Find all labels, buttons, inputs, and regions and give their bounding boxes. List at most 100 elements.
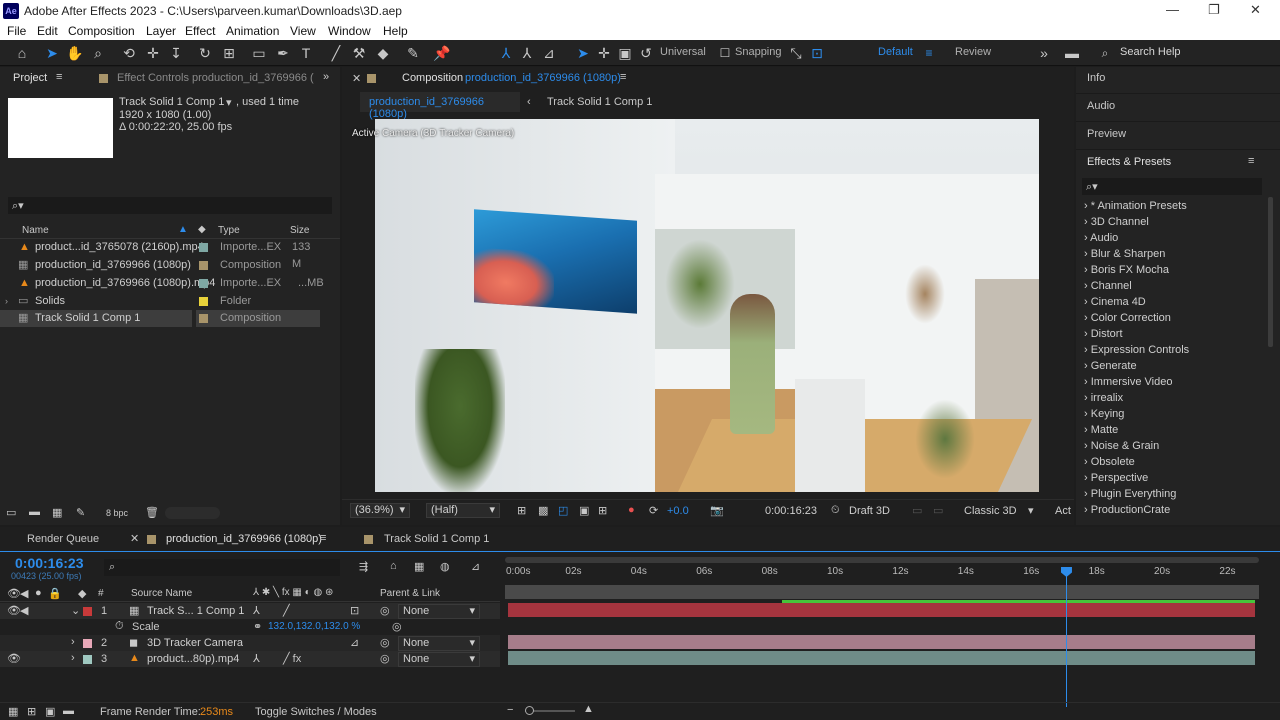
tab-project[interactable]: Project [13,72,47,84]
workspace-review[interactable]: Review [955,46,991,58]
layer-2-bar[interactable] [508,635,1255,649]
view-axis-icon[interactable]: ⊿ [540,44,558,62]
region-interest-icon[interactable]: ▣ [579,504,589,517]
solo-icon[interactable]: ● [35,587,42,599]
effects-category-item[interactable]: › Matte [1084,424,1118,436]
menu-effect[interactable]: Effect [185,24,215,38]
chevron-down-icon[interactable]: ⌄ [71,604,80,617]
puppet-pin-icon[interactable]: 📌 [433,44,451,62]
grid-guides-icon[interactable]: ⊞ [598,504,607,517]
renderer-dropdown[interactable]: Classic 3D [964,505,1017,517]
project-item[interactable]: › ▭ Solids Folder [0,293,320,310]
effects-category-item[interactable]: › Expression Controls [1084,344,1189,356]
reset-exposure-icon[interactable]: ⟳ [649,504,658,517]
menu-file[interactable]: File [7,24,26,38]
viewer-timecode[interactable]: 0:00:16:23 [765,505,817,517]
clone-stamp-icon[interactable]: ⚒ [350,44,368,62]
rectangle-tool-icon[interactable]: ▭ [250,44,268,62]
column-type[interactable]: Type [218,225,240,236]
camera-orbit-icon[interactable]: ↺ [637,44,655,62]
shy-switch-icon[interactable]: ⅄ [253,652,260,665]
menu-animation[interactable]: Animation [226,24,279,38]
new-folder-icon[interactable]: ▬ [29,506,40,518]
zoom-slider[interactable] [525,706,575,715]
type-tool-icon[interactable]: T [297,44,315,62]
workspace-menu-icon[interactable]: ≡ [920,44,938,62]
parent-dropdown[interactable]: None ▾ [398,636,480,651]
project-item[interactable]: ▦ production_id_3769966 (1080p) Composit… [0,257,320,274]
preview-panel-tab[interactable]: Preview [1087,128,1126,140]
rotate-tool-icon[interactable]: ↻ [196,44,214,62]
effects-presets-title[interactable]: Effects & Presets [1087,156,1171,168]
parent-dropdown[interactable]: None ▾ [398,604,480,619]
trash-icon[interactable]: 🗑 [145,506,159,519]
project-item[interactable]: ▲ production_id_3769966 (1080p).mp4 Impo… [0,275,324,292]
effects-category-item[interactable]: › Immersive Video [1084,376,1172,388]
lock-icon[interactable]: 🔒 [48,587,62,600]
workspace-overflow-icon[interactable]: » [1035,44,1053,62]
quality-switch-icon[interactable]: ╱ [283,604,290,617]
effects-scrollbar[interactable] [1268,197,1273,347]
comp-tab-prefix[interactable]: Composition [402,72,463,84]
pen-icon[interactable]: ✎ [76,506,85,519]
panel-toggle-icon[interactable]: ▬ [1063,44,1081,62]
snapping-checkbox-icon[interactable]: ☐ [716,44,734,62]
toggle-switches-modes[interactable]: Toggle Switches / Modes [255,706,377,718]
layer-row[interactable]: 👁 › 3 ▲ product...80p).mp4 ⅄ ╱ fx ◎ None… [0,651,500,667]
snapshot-icon[interactable]: 📷 [710,504,724,517]
effects-category-item[interactable]: › Boris FX Mocha [1084,264,1169,276]
close-tab-icon[interactable]: ✕ [130,532,139,545]
av-features-icon[interactable]: 👁 [7,587,21,600]
effects-category-item[interactable]: › Noise & Grain [1084,440,1159,452]
work-area-bar[interactable] [505,557,1259,563]
effects-category-item[interactable]: › * Animation Presets [1084,200,1187,212]
tab-other-comp[interactable]: Track Solid 1 Comp 1 [384,533,489,545]
eraser-tool-icon[interactable]: ◆ [374,44,392,62]
universal-label[interactable]: Universal [660,46,706,58]
timeline-search-input[interactable]: ⌕ [104,559,340,576]
workspace-default[interactable]: Default [878,46,913,58]
local-axis-icon[interactable]: ⅄ [497,44,515,62]
snapping-label[interactable]: Snapping [735,46,782,58]
comp-flowchart-icon[interactable]: ⇶ [359,560,368,573]
parent-dropdown[interactable]: None ▾ [398,652,480,667]
layer-name[interactable]: product...80p).mp4 [147,653,239,665]
layer-3-bar[interactable] [508,651,1255,665]
extended-viewer-icon[interactable]: ▭ [912,504,922,517]
effects-category-item[interactable]: › Channel [1084,280,1132,292]
menu-help[interactable]: Help [383,24,408,38]
camera-move-icon[interactable]: ✛ [595,44,613,62]
menu-composition[interactable]: Composition [68,24,135,38]
audio-panel-tab[interactable]: Audio [1087,100,1115,112]
effects-category-item[interactable]: › Obsolete [1084,456,1135,468]
search-help-icon[interactable]: ⌕ [1096,44,1114,62]
thumbnail-slider[interactable] [165,507,220,519]
menu-view[interactable]: View [290,24,316,38]
snap-options-icon[interactable]: ⤡ [787,44,805,62]
project-item-selected[interactable]: ▦ Track Solid 1 Comp 1 Composition [0,310,320,327]
project-search-input[interactable]: ⌕▾ [8,197,332,214]
current-timecode[interactable]: 0:00:16:23 [15,555,84,571]
effects-category-item[interactable]: › Audio [1084,232,1118,244]
new-comp-icon[interactable]: ▦ [52,506,62,519]
audio-icon[interactable]: ◀ [20,604,28,617]
column-size[interactable]: Size [290,225,309,236]
draft-3d-toggle-icon[interactable]: ⌂ [390,560,397,572]
hide-shy-icon[interactable]: ▦ [414,560,424,573]
audio-icon[interactable]: ◀ [20,587,28,600]
shy-switch-icon[interactable]: ⅄ [253,604,260,617]
maximize-button[interactable]: ❐ [1208,2,1220,18]
exposure-value[interactable]: +0.0 [667,505,689,517]
camera-select-icon[interactable]: ➤ [574,44,592,62]
draft-3d-label[interactable]: Draft 3D [849,505,890,517]
motion-blur-icon[interactable]: ◍ [440,560,450,573]
project-menu-icon[interactable]: ≡ [56,71,62,83]
constrain-proportions-icon[interactable]: ⚭ [253,620,262,633]
close-tab-icon[interactable]: ✕ [352,72,361,85]
visibility-icon[interactable]: 👁 [7,604,21,617]
chevron-right-icon[interactable]: › [5,293,8,310]
scale-property-row[interactable]: ⏱ Scale ⚭ 132.0,132.0,132.0 % ◎ [0,619,500,635]
zoom-tool-icon[interactable]: ⌕ [89,44,107,62]
layer-name[interactable]: Track S... 1 Comp 1 [147,605,244,617]
close-button[interactable]: ✕ [1250,2,1261,18]
